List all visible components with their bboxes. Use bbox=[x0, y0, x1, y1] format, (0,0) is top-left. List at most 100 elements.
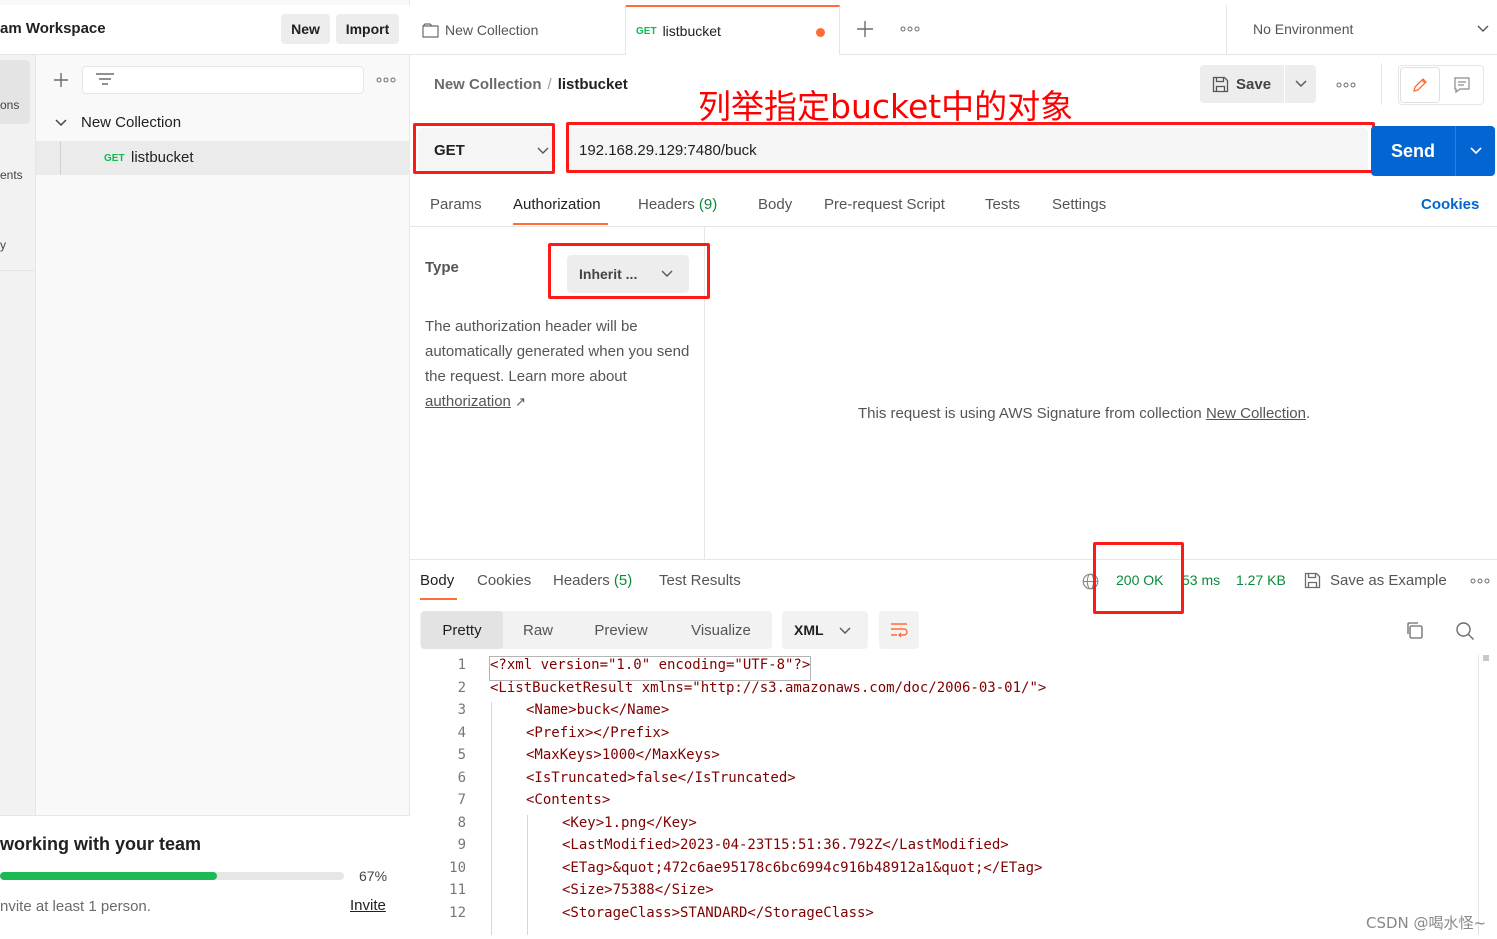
chevron-down-icon[interactable] bbox=[54, 116, 68, 130]
request-item-selected[interactable] bbox=[36, 141, 410, 175]
code-text: <Name>buck</Name> bbox=[526, 702, 670, 718]
line-number: 2 bbox=[457, 680, 466, 696]
tab-authorization[interactable]: Authorization bbox=[513, 196, 601, 213]
rail-label-environments[interactable]: ents bbox=[0, 168, 23, 182]
filter-input[interactable] bbox=[82, 66, 364, 94]
tab-body[interactable]: Body bbox=[758, 196, 792, 213]
filter-icon bbox=[95, 72, 115, 88]
search-icon[interactable] bbox=[1455, 621, 1475, 641]
env-divider bbox=[1226, 5, 1227, 55]
tab-method-tag: GET bbox=[636, 25, 657, 37]
workspace-title[interactable]: am Workspace bbox=[0, 20, 106, 37]
chevron-down-icon bbox=[1469, 147, 1482, 155]
pencil-icon bbox=[1413, 78, 1427, 92]
view-raw[interactable]: Raw bbox=[505, 611, 571, 649]
response-active-indicator bbox=[420, 598, 457, 600]
code-line: 10 <ETag>&quot;472c6ae95178c6bc6994c916b… bbox=[420, 860, 1042, 883]
scrollbar-thumb[interactable] bbox=[1483, 655, 1489, 661]
response-divider bbox=[410, 559, 1497, 560]
toolbar-divider bbox=[1381, 63, 1382, 105]
rail-label-collections[interactable]: ons bbox=[0, 98, 19, 112]
view-visualize[interactable]: Visualize bbox=[675, 611, 767, 649]
line-number: 1 bbox=[457, 657, 466, 673]
code-text: <StorageClass>STANDARD</StorageClass> bbox=[562, 905, 874, 921]
invite-link[interactable]: Invite bbox=[350, 897, 386, 914]
save-icon bbox=[1304, 572, 1321, 589]
save-divider bbox=[1284, 65, 1285, 103]
cookies-link[interactable]: Cookies bbox=[1421, 196, 1479, 213]
chevron-down-icon[interactable] bbox=[1476, 23, 1490, 35]
tab-params[interactable]: Params bbox=[430, 196, 482, 213]
breadcrumb-current[interactable]: listbucket bbox=[558, 76, 628, 93]
line-number: 5 bbox=[457, 747, 466, 763]
rail-item-collections[interactable] bbox=[0, 60, 30, 124]
tab-tests[interactable]: Tests bbox=[985, 196, 1020, 213]
postman-window: am Workspace New Import ons ents y New C… bbox=[0, 0, 1497, 939]
breadcrumb: New Collection / listbucket bbox=[434, 76, 628, 93]
code-line: 4 <Prefix></Prefix> bbox=[420, 725, 670, 748]
environment-select[interactable]: No Environment bbox=[1253, 21, 1353, 37]
code-text: <ListBucketResult xmlns="http://s3.amazo… bbox=[490, 680, 1047, 696]
response-tab-headers[interactable]: Headers (5) bbox=[553, 572, 632, 589]
code-text: <MaxKeys>1000</MaxKeys> bbox=[526, 747, 720, 763]
collection-item[interactable]: New Collection bbox=[81, 114, 181, 131]
line-number: 7 bbox=[457, 792, 466, 808]
code-text: <Size>75388</Size> bbox=[562, 882, 714, 898]
add-collection-icon[interactable] bbox=[52, 71, 70, 89]
tab-headers[interactable]: Headers (9) bbox=[638, 196, 717, 213]
code-line: 2 <ListBucketResult xmlns="http://s3.ama… bbox=[420, 680, 1047, 703]
save-chevron-icon[interactable] bbox=[1294, 78, 1308, 90]
code-text: <Key>1.png</Key> bbox=[562, 815, 697, 831]
new-button[interactable]: New bbox=[281, 14, 330, 44]
tab-new-collection[interactable]: New Collection bbox=[410, 5, 626, 55]
sidebar-more-icon[interactable] bbox=[376, 76, 396, 84]
breadcrumb-separator: / bbox=[547, 76, 552, 93]
rail-divider bbox=[0, 270, 36, 271]
request-item-label[interactable]: listbucket bbox=[131, 149, 194, 166]
send-button[interactable]: Send bbox=[1371, 126, 1455, 176]
tabs-more-icon[interactable] bbox=[900, 25, 920, 33]
code-text: <ETag>&quot;472c6ae95178c6bc6994c916b489… bbox=[562, 860, 1043, 876]
comments-button[interactable] bbox=[1444, 68, 1480, 102]
rail-label-history[interactable]: y bbox=[0, 238, 6, 252]
line-number: 3 bbox=[457, 702, 466, 718]
format-select[interactable]: XML bbox=[782, 611, 868, 649]
response-tab-test-results[interactable]: Test Results bbox=[659, 572, 741, 589]
save-button[interactable]: Save bbox=[1200, 65, 1284, 103]
code-scrollbar[interactable] bbox=[1478, 655, 1490, 935]
line-number: 11 bbox=[449, 882, 466, 898]
tab-listbucket[interactable]: GET listbucket bbox=[626, 5, 840, 55]
line-number: 4 bbox=[457, 725, 466, 741]
copy-icon[interactable] bbox=[1405, 621, 1424, 640]
tab-pre-request-script[interactable]: Pre-request Script bbox=[824, 196, 945, 213]
annotation-box-method bbox=[413, 123, 555, 174]
line-number: 6 bbox=[457, 770, 466, 786]
line-number: 9 bbox=[457, 837, 466, 853]
save-as-example-button[interactable]: Save as Example bbox=[1304, 572, 1447, 589]
send-options-button[interactable] bbox=[1455, 126, 1495, 176]
onboarding-progress-text: 67% bbox=[359, 868, 388, 884]
response-size[interactable]: 1.27 KB bbox=[1236, 572, 1286, 588]
code-line: 9 <LastModified>2023-04-23T15:51:36.792Z… bbox=[420, 837, 1009, 860]
annotation-box-url bbox=[566, 122, 1375, 173]
auth-learn-more-link[interactable]: authorization bbox=[425, 393, 511, 410]
request-more-icon[interactable] bbox=[1336, 81, 1356, 89]
tab-headers-count: (9) bbox=[698, 196, 718, 213]
response-tab-body[interactable]: Body bbox=[420, 572, 454, 589]
response-more-icon[interactable] bbox=[1470, 577, 1490, 585]
auth-collection-link[interactable]: New Collection bbox=[1206, 405, 1306, 422]
wrap-lines-button[interactable] bbox=[879, 611, 919, 649]
tab-settings[interactable]: Settings bbox=[1052, 196, 1106, 213]
breadcrumb-parent[interactable]: New Collection bbox=[434, 76, 542, 93]
response-tab-cookies[interactable]: Cookies bbox=[477, 572, 531, 589]
new-tab-icon[interactable] bbox=[856, 20, 874, 38]
import-button[interactable]: Import bbox=[336, 14, 399, 44]
request-method-tag: GET bbox=[104, 153, 125, 164]
view-pretty[interactable]: Pretty bbox=[421, 611, 503, 649]
edit-mode-button[interactable] bbox=[1401, 68, 1439, 102]
annotation-box-status bbox=[1093, 542, 1184, 614]
view-preview[interactable]: Preview bbox=[580, 611, 662, 649]
response-time[interactable]: 53 ms bbox=[1182, 572, 1220, 588]
onboarding-progress-fill bbox=[0, 872, 217, 880]
auth-message-suffix: . bbox=[1305, 405, 1311, 422]
